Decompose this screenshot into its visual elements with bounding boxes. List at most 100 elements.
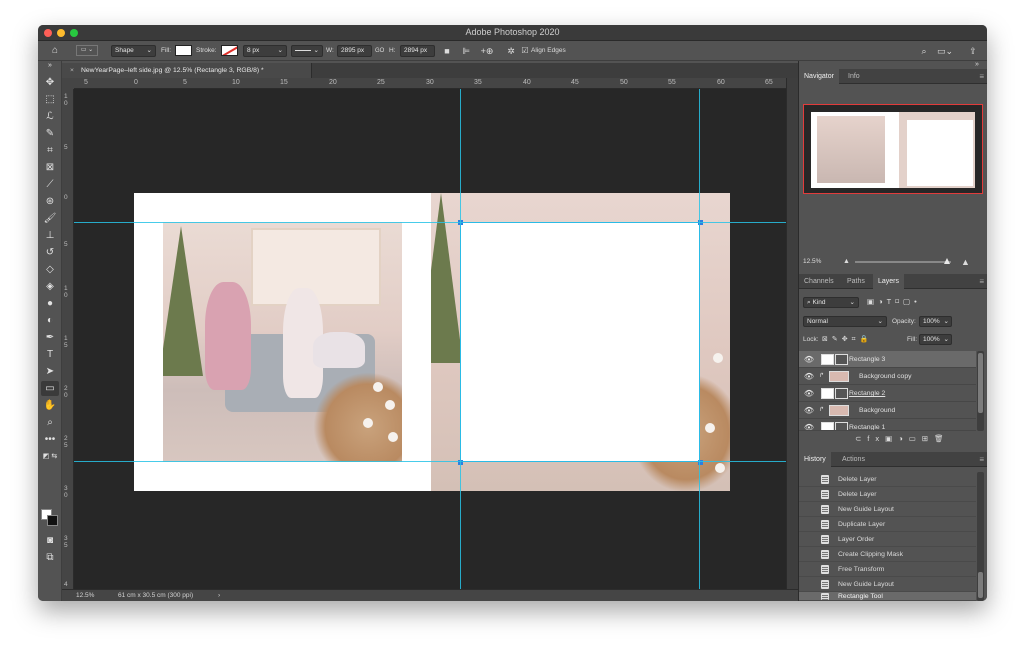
layer-filter-icons[interactable]: ▣◑T⌑▢•	[867, 296, 921, 308]
path-arrangement-icon[interactable]: +⊕	[480, 45, 494, 57]
default-colors-icon[interactable]: ◩ ⇆	[41, 449, 59, 464]
eye-icon[interactable]: 👁	[803, 351, 815, 368]
paint-bucket-tool-icon[interactable]: ◈	[41, 279, 59, 294]
width-field[interactable]: 2895 px	[337, 45, 372, 57]
crop-tool-icon[interactable]: ⌗	[41, 143, 59, 158]
lasso-tool-icon[interactable]: ℒ	[41, 109, 59, 124]
quick-mask-icon[interactable]: ◙	[41, 533, 59, 548]
tab-channels[interactable]: Channels	[799, 274, 839, 289]
blend-mode-select[interactable]: Normal ⌄	[803, 316, 887, 327]
history-item[interactable]: Free Transform	[799, 562, 976, 577]
path-selection-tool-icon[interactable]: ➤	[41, 364, 59, 379]
clone-stamp-tool-icon[interactable]: ⊥	[41, 228, 59, 243]
screen-mode-icon[interactable]: ⧉	[41, 550, 59, 565]
layer-row[interactable]: 👁 ↱ Background copy	[799, 368, 976, 385]
healing-brush-tool-icon[interactable]: ⊛	[41, 194, 59, 209]
eye-icon[interactable]: 👁	[803, 368, 815, 385]
eye-icon[interactable]: 👁	[803, 402, 815, 419]
panel-menu-icon[interactable]: ≡	[979, 69, 984, 84]
link-dimensions-icon[interactable]: GO	[375, 45, 384, 57]
canvas-scrollbar[interactable]	[786, 78, 798, 589]
home-icon[interactable]: ⌂	[48, 45, 62, 57]
history-item[interactable]: Delete Layer	[799, 472, 976, 487]
history-item[interactable]: Rectangle Tool	[799, 592, 976, 601]
frame-tool-icon[interactable]: ⊠	[41, 160, 59, 175]
layer-row[interactable]: 👁 Rectangle 1	[799, 419, 976, 431]
rectangle-3-shape[interactable]	[460, 222, 700, 462]
path-operations-icon[interactable]: ■	[441, 45, 453, 57]
guide-horizontal[interactable]	[74, 461, 786, 462]
history-scroll-thumb[interactable]	[978, 572, 983, 598]
path-alignment-icon[interactable]: ⊫	[460, 45, 472, 57]
opacity-field[interactable]: 100% ⌄	[919, 316, 952, 327]
history-brush-tool-icon[interactable]: ↺	[41, 245, 59, 260]
layer-row[interactable]: 👁 Rectangle 3	[799, 351, 976, 368]
tab-layers[interactable]: Layers	[873, 274, 905, 289]
tool-preset-icon[interactable]: ▭ ⌄	[76, 45, 98, 56]
ruler-origin[interactable]	[62, 78, 74, 89]
eraser-tool-icon[interactable]: ◇	[41, 262, 59, 277]
edit-toolbar-icon[interactable]: •••	[41, 432, 59, 447]
history-item[interactable]: Layer Order	[799, 532, 976, 547]
document-tab[interactable]: × NewYearPage–left side.jpg @ 12.5% (Rect…	[62, 63, 312, 78]
document-canvas[interactable]	[74, 89, 786, 589]
panel-menu-icon[interactable]: ≡	[979, 452, 984, 467]
fill-field[interactable]: 100% ⌄	[919, 334, 952, 345]
zoom-slider[interactable]	[855, 261, 951, 263]
rectangle-tool-icon[interactable]: ▭	[41, 381, 59, 396]
lock-icons[interactable]: ⊠✎✥⌗🔒	[822, 334, 872, 346]
workspace-icon[interactable]: ▭⌄	[936, 45, 954, 57]
search-icon[interactable]: ⌕	[918, 45, 930, 57]
zoom-tool-icon[interactable]: ⌕	[41, 415, 59, 430]
tab-history[interactable]: History	[799, 452, 831, 467]
ruler-vertical[interactable]: 1 0 5 0 5 1 0 1 5 2 0 2 5 3 0 3 5 4	[62, 89, 74, 589]
blur-tool-icon[interactable]: ●	[41, 296, 59, 311]
history-item[interactable]: Delete Layer	[799, 487, 976, 502]
share-icon[interactable]: ⇪	[967, 45, 979, 57]
zoom-level[interactable]: 12.5%	[76, 590, 94, 601]
tab-navigator[interactable]: Navigator	[799, 69, 839, 84]
layer-actions-icons[interactable]: ⊂fx▣◑▭⊞🗑	[855, 433, 950, 445]
stroke-width-field[interactable]: 8 px ⌄	[243, 45, 287, 57]
eye-icon[interactable]: 👁	[803, 419, 815, 430]
layers-scroll-thumb[interactable]	[978, 353, 983, 413]
history-item[interactable]: Duplicate Layer	[799, 517, 976, 532]
ruler-horizontal[interactable]: 5 0 5 10 15 20 25 30 35 40 45 50 55 60 6…	[74, 78, 786, 89]
layer-row[interactable]: 👁 Rectangle 2	[799, 385, 976, 402]
guide-vertical[interactable]	[460, 89, 461, 589]
gear-icon[interactable]: ✲	[505, 45, 517, 57]
background-color-swatch[interactable]	[47, 515, 58, 526]
history-item[interactable]: New Guide Layout	[799, 577, 976, 592]
history-item[interactable]: Create Clipping Mask	[799, 547, 976, 562]
eyedropper-tool-icon[interactable]: ⟋	[41, 177, 59, 192]
guide-vertical[interactable]	[699, 89, 700, 589]
shape-mode-select[interactable]: Shape ⌄	[111, 45, 156, 57]
chevron-right-icon[interactable]: ›	[218, 590, 220, 601]
navigator-view-frame[interactable]	[803, 104, 983, 194]
fill-swatch[interactable]	[175, 45, 192, 56]
collapse-tools-icon[interactable]: »	[41, 61, 59, 71]
stroke-type-select[interactable]: ⌄	[291, 45, 323, 57]
zoom-in-icon[interactable]: ▲	[961, 255, 970, 269]
height-field[interactable]: 2894 px	[400, 45, 435, 57]
stroke-swatch[interactable]	[221, 45, 238, 56]
eye-icon[interactable]: 👁	[803, 385, 815, 402]
tab-paths[interactable]: Paths	[842, 274, 870, 289]
zoom-slider-knob[interactable]	[944, 258, 950, 264]
close-tab-icon[interactable]: ×	[70, 67, 74, 74]
navigator-zoom-value[interactable]: 12.5%	[803, 255, 821, 269]
marquee-tool-icon[interactable]: ⬚	[41, 92, 59, 107]
align-edges-checkbox[interactable]: ☑	[521, 45, 529, 57]
brush-tool-icon[interactable]: 🖌	[41, 211, 59, 226]
hand-tool-icon[interactable]: ✋	[41, 398, 59, 413]
layer-row[interactable]: 👁 ↱ Background	[799, 402, 976, 419]
layer-filter-select[interactable]: ⌕ Kind ⌄	[803, 297, 859, 308]
move-tool-icon[interactable]: ✥	[41, 75, 59, 90]
quick-selection-tool-icon[interactable]: ✎	[41, 126, 59, 141]
type-tool-icon[interactable]: T	[41, 347, 59, 362]
zoom-out-icon[interactable]: ▲	[843, 255, 850, 269]
tab-info[interactable]: Info	[843, 69, 865, 84]
history-scrollbar[interactable]	[977, 472, 984, 601]
panel-menu-icon[interactable]: ≡	[979, 274, 984, 289]
dodge-tool-icon[interactable]: ◐	[41, 313, 59, 328]
